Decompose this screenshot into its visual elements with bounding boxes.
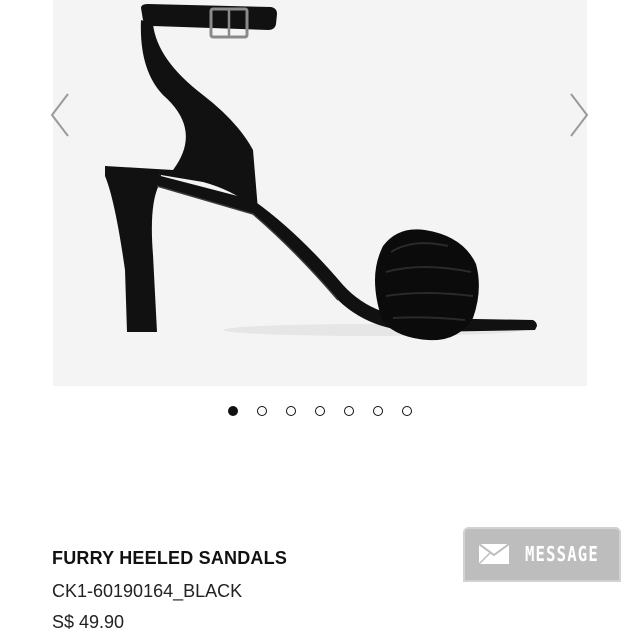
product-sku: CK1-60190164_BLACK	[52, 581, 243, 601]
product-price: S$ 49.90	[52, 612, 125, 632]
envelope-icon	[479, 544, 509, 564]
gallery-dot-7[interactable]	[402, 406, 412, 416]
product-image-gallery	[53, 0, 587, 386]
gallery-dot-3[interactable]	[286, 406, 296, 416]
gallery-dot-4[interactable]	[315, 406, 325, 416]
gallery-pagination-dots	[0, 406, 640, 420]
message-button-label: MESSAGE	[525, 542, 599, 566]
product-image-sandal	[105, 4, 537, 341]
gallery-dot-1[interactable]	[228, 406, 238, 416]
gallery-dot-6[interactable]	[373, 406, 383, 416]
product-title: FURRY HEELED SANDALS	[52, 548, 288, 568]
chevron-right-icon[interactable]	[567, 92, 591, 138]
gallery-dot-2[interactable]	[257, 406, 267, 416]
gallery-dot-5[interactable]	[344, 406, 354, 416]
chevron-left-icon[interactable]	[48, 92, 72, 138]
message-button[interactable]: MESSAGE	[463, 527, 621, 582]
